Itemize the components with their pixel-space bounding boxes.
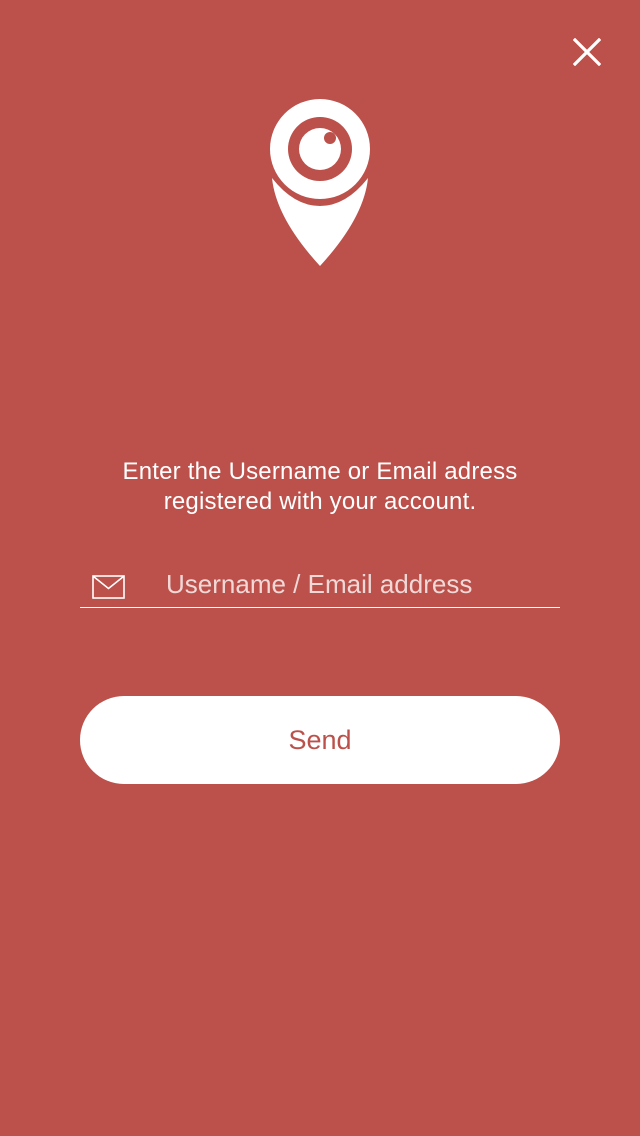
username-email-field (80, 560, 560, 608)
close-icon (573, 38, 601, 66)
instructions-line-2: registered with your account. (163, 488, 477, 515)
send-button[interactable]: Send (80, 696, 560, 784)
close-button[interactable] (566, 31, 608, 73)
instructions-text: Enter the Username or Email adress regis… (0, 457, 640, 517)
map-pin-eye-icon (270, 99, 370, 266)
envelope-icon (92, 575, 125, 599)
username-email-input[interactable] (166, 564, 556, 604)
instructions-line-1: Enter the Username or Email adress (122, 458, 518, 485)
